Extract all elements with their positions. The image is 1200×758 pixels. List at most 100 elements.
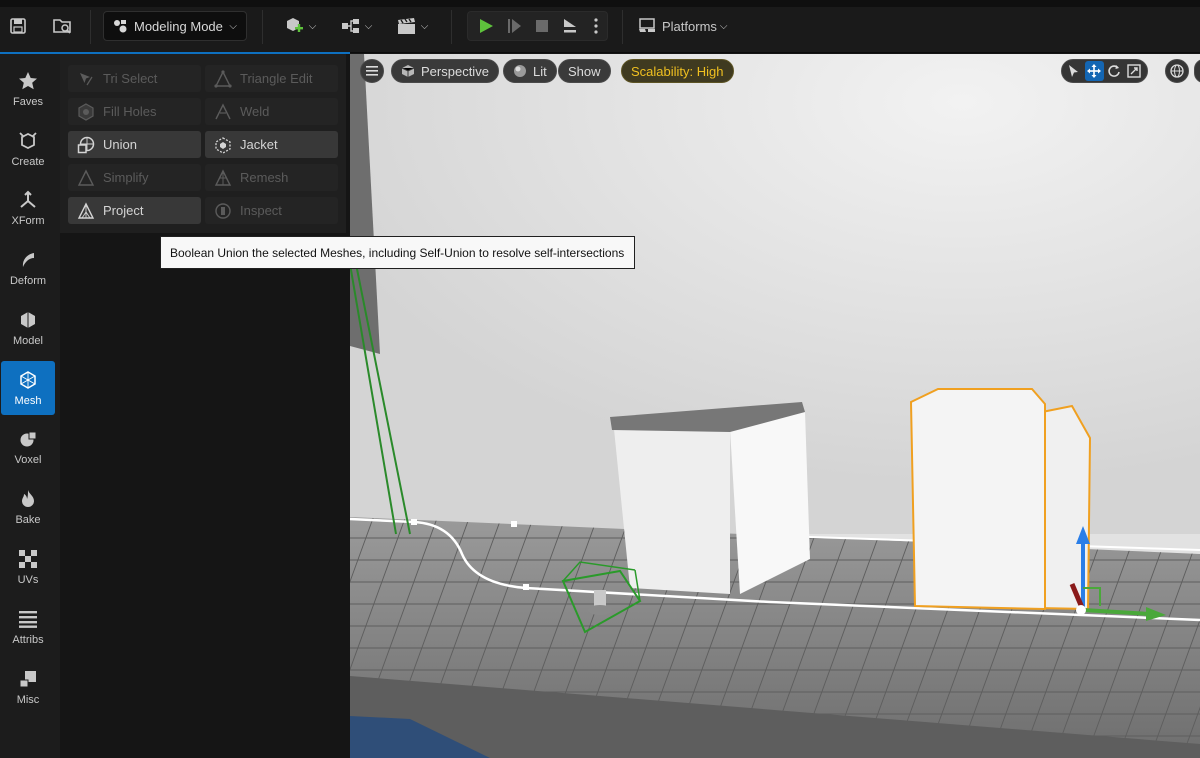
fill-holes-icon [77, 102, 94, 121]
chevron-down-icon: ⌵ [308, 20, 317, 32]
modeling-category-tabs: Faves Create XForm Deform Model Mesh Vox… [0, 54, 60, 758]
star-icon [19, 72, 37, 90]
add-actor-icon [286, 18, 303, 32]
lit-button[interactable]: Lit [503, 59, 557, 83]
viewport-menu-button[interactable] [360, 59, 384, 83]
toolbar-separator [622, 10, 623, 44]
mode-selector[interactable]: Modeling Mode ⌵ [103, 11, 247, 41]
rotate-mode-button[interactable] [1105, 61, 1124, 81]
tab-bake[interactable]: Bake [1, 480, 55, 534]
more-vertical-icon [594, 18, 598, 34]
tool-label: Fill Holes [103, 104, 157, 119]
tool-triangle-edit[interactable]: Triangle Edit [205, 65, 338, 92]
project-icon [77, 201, 94, 219]
tab-label: Model [13, 335, 43, 347]
play-button[interactable] [473, 12, 499, 40]
selected-box [909, 388, 1046, 611]
chevron-down-icon: ⌵ [229, 20, 237, 32]
translate-mode-button[interactable] [1084, 61, 1104, 81]
tool-remesh[interactable]: Remesh [205, 164, 338, 191]
chevron-down-icon: ⌵ [719, 20, 728, 32]
chevron-down-icon: ⌵ [364, 20, 373, 32]
tab-label: Attribs [12, 634, 44, 646]
modeling-mode-icon [114, 20, 127, 33]
tool-union[interactable]: Union [68, 131, 201, 158]
mode-label: Modeling Mode [134, 18, 223, 34]
skip-icon [508, 19, 521, 33]
tab-label: XForm [11, 215, 45, 227]
tool-label: Union [103, 137, 137, 152]
tab-deform[interactable]: Deform [1, 241, 55, 295]
tab-model[interactable]: Model [1, 301, 55, 355]
sphere-icon [514, 65, 526, 77]
toolbar-separator [262, 10, 263, 44]
tool-fill-holes[interactable]: Fill Holes [68, 98, 201, 125]
folder-search-icon [53, 19, 71, 34]
weld-icon [214, 102, 231, 119]
tab-create[interactable]: Create [1, 122, 55, 176]
scale-mode-button[interactable] [1124, 61, 1143, 81]
tool-label: Remesh [240, 170, 289, 185]
tool-grid: Tri Select Triangle Edit Fill Holes Weld… [60, 54, 346, 233]
cinematics-button[interactable]: ⌵ [392, 11, 432, 41]
tool-label: Triangle Edit [240, 71, 313, 86]
transform-mode-group [1061, 59, 1148, 83]
save-button[interactable] [6, 11, 30, 41]
blueprint-icon [341, 19, 359, 33]
content-browser-button[interactable] [50, 11, 76, 41]
eject-button[interactable] [557, 12, 583, 40]
perspective-button[interactable]: Perspective [391, 59, 499, 83]
tool-tri-select[interactable]: Tri Select [68, 65, 201, 92]
tool-label: Jacket [240, 137, 278, 152]
world-space-button[interactable] [1165, 59, 1189, 83]
xform-icon [20, 190, 36, 208]
jacket-icon [214, 136, 231, 154]
cursor-icon [1069, 65, 1079, 77]
tab-uvs[interactable]: UVs [1, 540, 55, 594]
tab-label: UVs [17, 574, 39, 586]
play-controls [467, 11, 608, 41]
select-mode-button[interactable] [1065, 61, 1084, 81]
tool-weld[interactable]: Weld [205, 98, 338, 125]
triangle-edit-icon [213, 69, 232, 88]
tab-label: Faves [13, 96, 43, 108]
tab-misc[interactable]: Misc [1, 660, 55, 714]
inspect-icon [214, 202, 231, 219]
toolbar-separator [451, 10, 452, 44]
toolbar-separator [90, 10, 91, 44]
checker-icon [19, 550, 37, 568]
show-button[interactable]: Show [558, 59, 611, 83]
tool-label: Weld [240, 104, 270, 119]
tool-inspect[interactable]: Inspect [205, 197, 338, 224]
deform-icon [22, 253, 34, 267]
blueprints-button[interactable]: ⌵ [336, 11, 376, 41]
tool-simplify[interactable]: Simplify [68, 164, 201, 191]
level-viewport[interactable]: Perspective Lit Show Scalability: High [350, 54, 1200, 758]
tab-attribs[interactable]: Attribs [1, 600, 55, 654]
step-button[interactable] [501, 12, 527, 40]
tool-label: Simplify [103, 170, 149, 185]
union-tooltip: Boolean Union the selected Meshes, inclu… [160, 236, 635, 269]
tab-xform[interactable]: XForm [1, 181, 55, 235]
tab-voxel[interactable]: Voxel [1, 420, 55, 474]
tab-mesh[interactable]: Mesh [1, 361, 55, 415]
tool-project[interactable]: Project [68, 197, 201, 224]
show-label: Show [568, 63, 601, 79]
cube-icon [401, 65, 415, 77]
chevron-down-icon: ⌵ [420, 20, 429, 32]
stop-button[interactable] [529, 12, 555, 40]
tab-faves[interactable]: Faves [1, 62, 55, 116]
tab-label: Create [11, 156, 45, 168]
tool-jacket[interactable]: Jacket [205, 131, 338, 158]
flame-icon [22, 490, 34, 507]
platforms-button[interactable]: Platforms ⌵ [637, 11, 737, 41]
perspective-label: Perspective [421, 63, 489, 79]
model-icon [21, 312, 35, 328]
scalability-badge[interactable]: Scalability: High [621, 59, 734, 83]
platforms-icon [639, 18, 655, 32]
save-icon [10, 18, 26, 34]
create-icon [19, 132, 37, 150]
play-options-button[interactable] [587, 12, 605, 40]
add-actor-button[interactable]: ⌵ [280, 11, 320, 41]
simplify-icon [77, 168, 94, 186]
